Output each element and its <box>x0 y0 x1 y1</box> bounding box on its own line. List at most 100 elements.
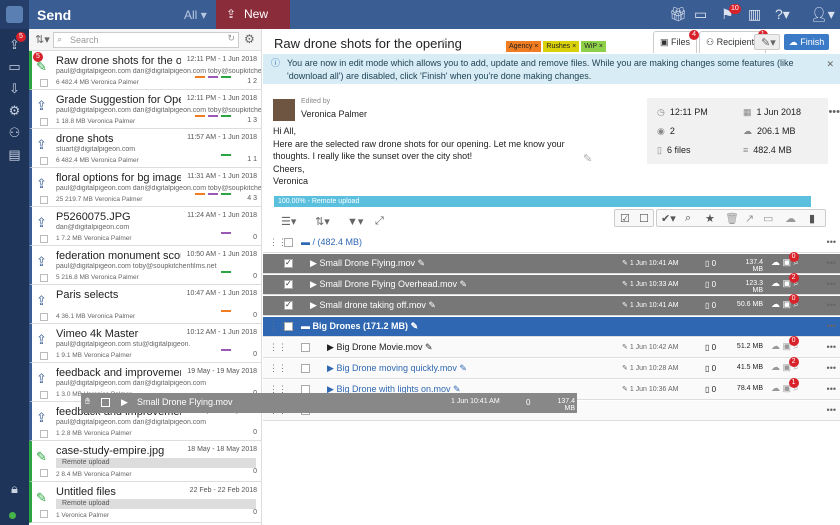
filter-dropdown[interactable]: All ▾ <box>184 8 207 22</box>
row-menu-icon[interactable]: ••• <box>827 258 836 268</box>
cloud-icon[interactable]: ☁ <box>771 257 780 267</box>
row-menu-icon[interactable]: ••• <box>827 405 836 415</box>
search-icon[interactable]: ⌕ <box>685 212 691 225</box>
list-item[interactable]: ✎ Untitled files 22 Feb - 22 Feb 2018 Remot… <box>29 482 261 523</box>
pin-button[interactable]: ✎▾ <box>754 34 780 50</box>
list-item[interactable]: ⇪ Paris selects 10:47 AM - 1 Jun 2018 4 36.… <box>29 285 261 324</box>
refresh-icon[interactable]: ↻ <box>227 33 235 44</box>
comment-icon[interactable]: ▣ 2 <box>783 273 799 288</box>
edit-icon[interactable]: ✎ <box>425 342 433 352</box>
more-options-icon[interactable]: ••• <box>828 106 840 118</box>
item-checkbox[interactable] <box>40 118 48 126</box>
row-menu-icon[interactable]: ••• <box>827 237 836 247</box>
file-row[interactable]: ⋮⋮ ✓ ▶ Small Drone Flying Overhead.mov ✎ ✎ … <box>263 273 840 295</box>
gift-icon[interactable]: 🎁︎ <box>669 6 687 23</box>
cloud-icon[interactable]: ☁ <box>771 299 780 309</box>
edit-icon[interactable]: ✎ <box>411 321 419 331</box>
row-menu-icon[interactable]: ••• <box>827 300 836 310</box>
item-checkbox[interactable] <box>40 274 48 282</box>
row-menu-icon[interactable]: ••• <box>827 342 836 352</box>
item-checkbox[interactable] <box>40 79 48 87</box>
folder-row[interactable]: ⋮⋮ ▬ Big Drones (171.2 MB) ✎ ••• <box>263 317 840 337</box>
chart-icon[interactable]: ▥ <box>748 6 761 23</box>
list-item[interactable]: ⇪ drone shots 11:57 AM - 1 Jun 2018 stuart@… <box>29 129 261 168</box>
row-checkbox[interactable] <box>301 343 310 352</box>
cloud-icon[interactable]: ☁ <box>771 341 780 351</box>
item-checkbox[interactable] <box>40 157 48 165</box>
contacts-nav-icon[interactable]: ⚇ <box>0 122 29 144</box>
folder-name[interactable]: ▬ / (482.4 MB) <box>301 237 362 247</box>
drag-handle-icon[interactable]: ⋮⋮ <box>269 363 287 374</box>
item-checkbox[interactable] <box>40 510 48 518</box>
item-checkbox[interactable] <box>40 235 48 243</box>
sort-icon[interactable]: ⇅▾ <box>315 215 330 228</box>
row-menu-icon[interactable]: ••• <box>827 321 836 331</box>
app-logo[interactable] <box>0 0 29 29</box>
comment-icon[interactable]: ▣ 1 <box>783 378 799 393</box>
comment-icon[interactable]: ▣ 0 <box>783 252 799 267</box>
comment-icon[interactable]: ▣ 0 <box>783 294 799 309</box>
row-menu-icon[interactable]: ••• <box>827 384 836 394</box>
trash-icon[interactable]: 🗑︎ <box>725 212 739 225</box>
item-checkbox[interactable] <box>40 391 48 399</box>
comment-icon[interactable]: ▣ 0 <box>783 336 799 351</box>
file-name[interactable]: ▶ Big Drone Movie.mov ✎ <box>327 342 433 353</box>
row-checkbox[interactable] <box>284 238 293 247</box>
cloud-icon[interactable]: ☁ <box>771 278 780 288</box>
row-checkbox[interactable] <box>284 322 293 331</box>
folder-nav-icon[interactable]: ▭ <box>0 56 29 78</box>
reports-nav-icon[interactable]: ▤ <box>0 144 29 166</box>
approve-icon[interactable]: ✔▾ <box>661 212 676 225</box>
list-view-icon[interactable]: ☰▾ <box>281 215 296 228</box>
list-settings-icon[interactable]: ⚙ <box>244 32 255 46</box>
folder-name[interactable]: ▬ Big Drones (171.2 MB) ✎ <box>301 321 418 332</box>
comment-icon[interactable]: ▣ 2 <box>783 357 799 372</box>
file-row[interactable]: ⋮⋮ ▶ Big Drone Movie.mov ✎ ✎ 1 Jun 10:42 A… <box>263 336 840 358</box>
inbox-nav-icon[interactable]: ⇩ <box>0 78 29 100</box>
list-item[interactable]: ⇪ federation monument scout 10:50 AM - 1 J… <box>29 246 261 285</box>
row-checkbox[interactable] <box>301 364 310 373</box>
cloud-upload-icon[interactable]: ☁ <box>785 212 796 225</box>
select-all-icon[interactable]: ☑ <box>620 212 630 225</box>
edit-icon[interactable]: ✎ <box>460 279 468 289</box>
tag-wip[interactable]: WiP × <box>581 41 606 52</box>
list-item[interactable]: ✎ case-study-empire.jpg 18 May - 18 May 20… <box>29 441 261 482</box>
edit-icon[interactable]: ✎ <box>417 258 425 268</box>
select-none-icon[interactable]: ☐ <box>639 212 649 225</box>
star-icon[interactable]: ★ <box>705 212 715 225</box>
file-name[interactable]: ▶ Small drone taking off.mov ✎ <box>310 300 436 311</box>
item-checkbox[interactable] <box>40 430 48 438</box>
settings-nav-icon[interactable]: ⚙ <box>0 100 29 122</box>
file-row[interactable]: ⋮⋮ ✓ ▶ Small drone taking off.mov ✎ ✎ 1 Jun… <box>263 294 840 316</box>
item-checkbox[interactable] <box>40 469 48 477</box>
list-item[interactable]: ⇪ Vimeo 4k Master 10:12 AM - 1 Jun 2018 pau… <box>29 324 261 363</box>
add-file-icon[interactable]: ▮ <box>809 212 815 225</box>
finish-button[interactable]: ☁ Finish <box>784 34 829 50</box>
filter-icon[interactable]: ▼▾ <box>347 215 363 228</box>
tag-rushes[interactable]: Rushes × <box>543 41 580 52</box>
list-item[interactable]: ⇪ P5260075.JPG 11:24 AM - 1 Jun 2018 dan@di… <box>29 207 261 246</box>
row-checkbox[interactable]: ✓ <box>284 279 293 289</box>
user-icon[interactable]: 👤︎▾ <box>810 6 835 23</box>
list-item[interactable]: ✎5Raw drone shots for the opening12:11 P… <box>29 51 261 90</box>
edit-note-icon[interactable]: ✎ <box>583 152 592 165</box>
new-button[interactable]: ⇪ New <box>216 0 290 29</box>
help-icon[interactable]: ?▾ <box>775 6 790 23</box>
row-menu-icon[interactable]: ••• <box>827 363 836 373</box>
list-item[interactable]: ⇪ Grade Suggestion for Opening 12:11 PM - … <box>29 90 261 129</box>
row-checkbox[interactable]: ✓ <box>284 300 293 310</box>
edit-title-icon[interactable]: ✎ <box>441 38 449 49</box>
monitor-icon[interactable]: ▭ <box>694 6 707 23</box>
folder-row[interactable]: ⋮⋮ ▬ / (482.4 MB) ••• <box>263 233 840 253</box>
item-checkbox[interactable] <box>40 352 48 360</box>
file-name[interactable]: ▶ Big Drone moving quickly.mov ✎ <box>327 363 467 374</box>
tag-agency[interactable]: Agency × <box>506 41 542 52</box>
edit-icon[interactable]: ✎ <box>428 300 436 310</box>
lock-icon[interactable]: 🔒︎ <box>0 478 29 500</box>
item-checkbox[interactable] <box>40 313 48 321</box>
row-checkbox[interactable]: ✓ <box>284 258 293 268</box>
edit-icon[interactable]: ✎ <box>459 363 467 373</box>
tab-files[interactable]: ▣ Files 4 <box>653 30 700 53</box>
search-input[interactable]: ⌕ Search ↻ <box>53 32 239 48</box>
list-item[interactable]: ⇪ floral options for bg imagery 11:31 AM -… <box>29 168 261 207</box>
